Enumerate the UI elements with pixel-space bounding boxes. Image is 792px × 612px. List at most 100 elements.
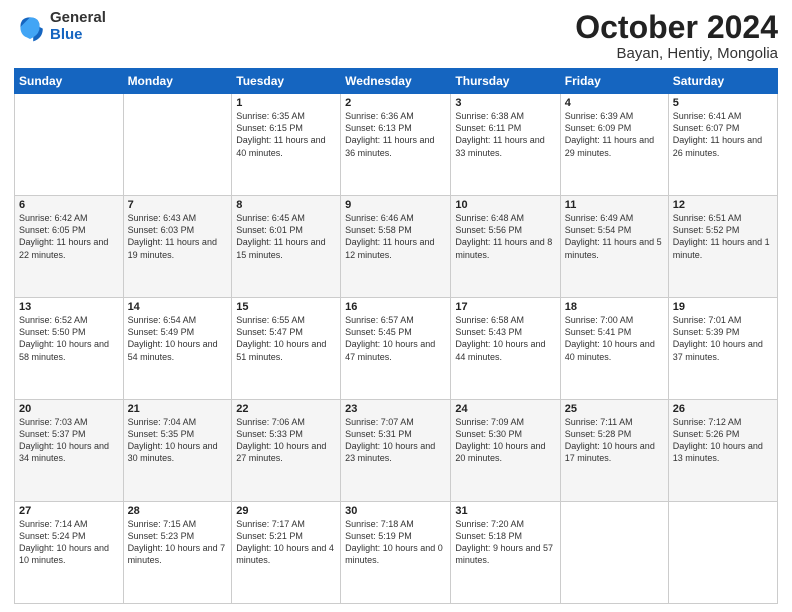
day-number: 20 <box>19 403 119 415</box>
calendar-cell: 28Sunrise: 7:15 AM Sunset: 5:23 PM Dayli… <box>123 502 232 604</box>
week-row-2: 13Sunrise: 6:52 AM Sunset: 5:50 PM Dayli… <box>15 298 778 400</box>
calendar-table: Sunday Monday Tuesday Wednesday Thursday… <box>14 68 778 604</box>
day-number: 18 <box>565 301 664 313</box>
day-info: Sunrise: 7:07 AM Sunset: 5:31 PM Dayligh… <box>345 416 446 465</box>
week-row-0: 1Sunrise: 6:35 AM Sunset: 6:15 PM Daylig… <box>15 94 778 196</box>
day-number: 17 <box>455 301 555 313</box>
calendar-cell: 9Sunrise: 6:46 AM Sunset: 5:58 PM Daylig… <box>341 196 451 298</box>
day-info: Sunrise: 6:35 AM Sunset: 6:15 PM Dayligh… <box>236 110 336 159</box>
header-tuesday: Tuesday <box>232 69 341 94</box>
title-section: October 2024 Bayan, Hentiy, Mongolia <box>575 10 778 62</box>
calendar-cell: 1Sunrise: 6:35 AM Sunset: 6:15 PM Daylig… <box>232 94 341 196</box>
day-info: Sunrise: 7:15 AM Sunset: 5:23 PM Dayligh… <box>128 518 228 567</box>
calendar-cell: 10Sunrise: 6:48 AM Sunset: 5:56 PM Dayli… <box>451 196 560 298</box>
day-info: Sunrise: 7:17 AM Sunset: 5:21 PM Dayligh… <box>236 518 336 567</box>
day-number: 14 <box>128 301 228 313</box>
calendar-cell: 16Sunrise: 6:57 AM Sunset: 5:45 PM Dayli… <box>341 298 451 400</box>
logo: General Blue <box>14 10 106 43</box>
day-number: 8 <box>236 199 336 211</box>
calendar-cell: 27Sunrise: 7:14 AM Sunset: 5:24 PM Dayli… <box>15 502 124 604</box>
page: General Blue October 2024 Bayan, Hentiy,… <box>0 0 792 612</box>
day-number: 23 <box>345 403 446 415</box>
header-wednesday: Wednesday <box>341 69 451 94</box>
calendar-cell: 31Sunrise: 7:20 AM Sunset: 5:18 PM Dayli… <box>451 502 560 604</box>
calendar-cell: 23Sunrise: 7:07 AM Sunset: 5:31 PM Dayli… <box>341 400 451 502</box>
day-info: Sunrise: 6:43 AM Sunset: 6:03 PM Dayligh… <box>128 212 228 261</box>
logo-text: General Blue <box>50 10 106 43</box>
calendar-cell <box>560 502 668 604</box>
week-row-3: 20Sunrise: 7:03 AM Sunset: 5:37 PM Dayli… <box>15 400 778 502</box>
day-info: Sunrise: 6:39 AM Sunset: 6:09 PM Dayligh… <box>565 110 664 159</box>
day-number: 10 <box>455 199 555 211</box>
calendar-cell: 25Sunrise: 7:11 AM Sunset: 5:28 PM Dayli… <box>560 400 668 502</box>
day-number: 28 <box>128 505 228 517</box>
day-number: 11 <box>565 199 664 211</box>
day-info: Sunrise: 6:48 AM Sunset: 5:56 PM Dayligh… <box>455 212 555 261</box>
day-number: 31 <box>455 505 555 517</box>
calendar-cell: 7Sunrise: 6:43 AM Sunset: 6:03 PM Daylig… <box>123 196 232 298</box>
day-number: 22 <box>236 403 336 415</box>
day-number: 24 <box>455 403 555 415</box>
logo-icon <box>14 11 46 43</box>
day-info: Sunrise: 6:52 AM Sunset: 5:50 PM Dayligh… <box>19 314 119 363</box>
day-info: Sunrise: 6:36 AM Sunset: 6:13 PM Dayligh… <box>345 110 446 159</box>
week-row-1: 6Sunrise: 6:42 AM Sunset: 6:05 PM Daylig… <box>15 196 778 298</box>
day-info: Sunrise: 7:11 AM Sunset: 5:28 PM Dayligh… <box>565 416 664 465</box>
day-number: 9 <box>345 199 446 211</box>
day-number: 5 <box>673 97 773 109</box>
day-info: Sunrise: 6:57 AM Sunset: 5:45 PM Dayligh… <box>345 314 446 363</box>
header-row: Sunday Monday Tuesday Wednesday Thursday… <box>15 69 778 94</box>
day-number: 27 <box>19 505 119 517</box>
calendar-cell: 20Sunrise: 7:03 AM Sunset: 5:37 PM Dayli… <box>15 400 124 502</box>
calendar-cell: 8Sunrise: 6:45 AM Sunset: 6:01 PM Daylig… <box>232 196 341 298</box>
calendar-cell: 13Sunrise: 6:52 AM Sunset: 5:50 PM Dayli… <box>15 298 124 400</box>
calendar-cell: 19Sunrise: 7:01 AM Sunset: 5:39 PM Dayli… <box>668 298 777 400</box>
location-title: Bayan, Hentiy, Mongolia <box>575 45 778 62</box>
day-info: Sunrise: 6:54 AM Sunset: 5:49 PM Dayligh… <box>128 314 228 363</box>
calendar-cell <box>15 94 124 196</box>
day-number: 19 <box>673 301 773 313</box>
calendar-cell <box>123 94 232 196</box>
day-number: 26 <box>673 403 773 415</box>
calendar-cell: 18Sunrise: 7:00 AM Sunset: 5:41 PM Dayli… <box>560 298 668 400</box>
day-info: Sunrise: 7:01 AM Sunset: 5:39 PM Dayligh… <box>673 314 773 363</box>
day-number: 1 <box>236 97 336 109</box>
calendar-cell: 29Sunrise: 7:17 AM Sunset: 5:21 PM Dayli… <box>232 502 341 604</box>
calendar-cell: 24Sunrise: 7:09 AM Sunset: 5:30 PM Dayli… <box>451 400 560 502</box>
day-number: 6 <box>19 199 119 211</box>
day-number: 25 <box>565 403 664 415</box>
calendar-cell: 26Sunrise: 7:12 AM Sunset: 5:26 PM Dayli… <box>668 400 777 502</box>
day-number: 12 <box>673 199 773 211</box>
header-monday: Monday <box>123 69 232 94</box>
calendar-body: 1Sunrise: 6:35 AM Sunset: 6:15 PM Daylig… <box>15 94 778 604</box>
day-info: Sunrise: 6:42 AM Sunset: 6:05 PM Dayligh… <box>19 212 119 261</box>
day-info: Sunrise: 6:38 AM Sunset: 6:11 PM Dayligh… <box>455 110 555 159</box>
logo-general: General <box>50 9 106 26</box>
day-info: Sunrise: 6:45 AM Sunset: 6:01 PM Dayligh… <box>236 212 336 261</box>
day-info: Sunrise: 7:14 AM Sunset: 5:24 PM Dayligh… <box>19 518 119 567</box>
calendar-cell: 5Sunrise: 6:41 AM Sunset: 6:07 PM Daylig… <box>668 94 777 196</box>
day-info: Sunrise: 7:06 AM Sunset: 5:33 PM Dayligh… <box>236 416 336 465</box>
day-number: 15 <box>236 301 336 313</box>
calendar-cell: 30Sunrise: 7:18 AM Sunset: 5:19 PM Dayli… <box>341 502 451 604</box>
calendar-cell: 15Sunrise: 6:55 AM Sunset: 5:47 PM Dayli… <box>232 298 341 400</box>
day-info: Sunrise: 6:41 AM Sunset: 6:07 PM Dayligh… <box>673 110 773 159</box>
day-number: 13 <box>19 301 119 313</box>
day-number: 4 <box>565 97 664 109</box>
day-number: 7 <box>128 199 228 211</box>
day-info: Sunrise: 7:12 AM Sunset: 5:26 PM Dayligh… <box>673 416 773 465</box>
calendar-cell: 17Sunrise: 6:58 AM Sunset: 5:43 PM Dayli… <box>451 298 560 400</box>
day-info: Sunrise: 6:49 AM Sunset: 5:54 PM Dayligh… <box>565 212 664 261</box>
calendar-cell: 12Sunrise: 6:51 AM Sunset: 5:52 PM Dayli… <box>668 196 777 298</box>
calendar-cell: 21Sunrise: 7:04 AM Sunset: 5:35 PM Dayli… <box>123 400 232 502</box>
day-number: 2 <box>345 97 446 109</box>
header-thursday: Thursday <box>451 69 560 94</box>
calendar-cell: 4Sunrise: 6:39 AM Sunset: 6:09 PM Daylig… <box>560 94 668 196</box>
top-section: General Blue October 2024 Bayan, Hentiy,… <box>14 10 778 62</box>
day-info: Sunrise: 7:03 AM Sunset: 5:37 PM Dayligh… <box>19 416 119 465</box>
month-title: October 2024 <box>575 10 778 45</box>
day-info: Sunrise: 6:55 AM Sunset: 5:47 PM Dayligh… <box>236 314 336 363</box>
calendar-cell: 11Sunrise: 6:49 AM Sunset: 5:54 PM Dayli… <box>560 196 668 298</box>
day-number: 30 <box>345 505 446 517</box>
header-friday: Friday <box>560 69 668 94</box>
